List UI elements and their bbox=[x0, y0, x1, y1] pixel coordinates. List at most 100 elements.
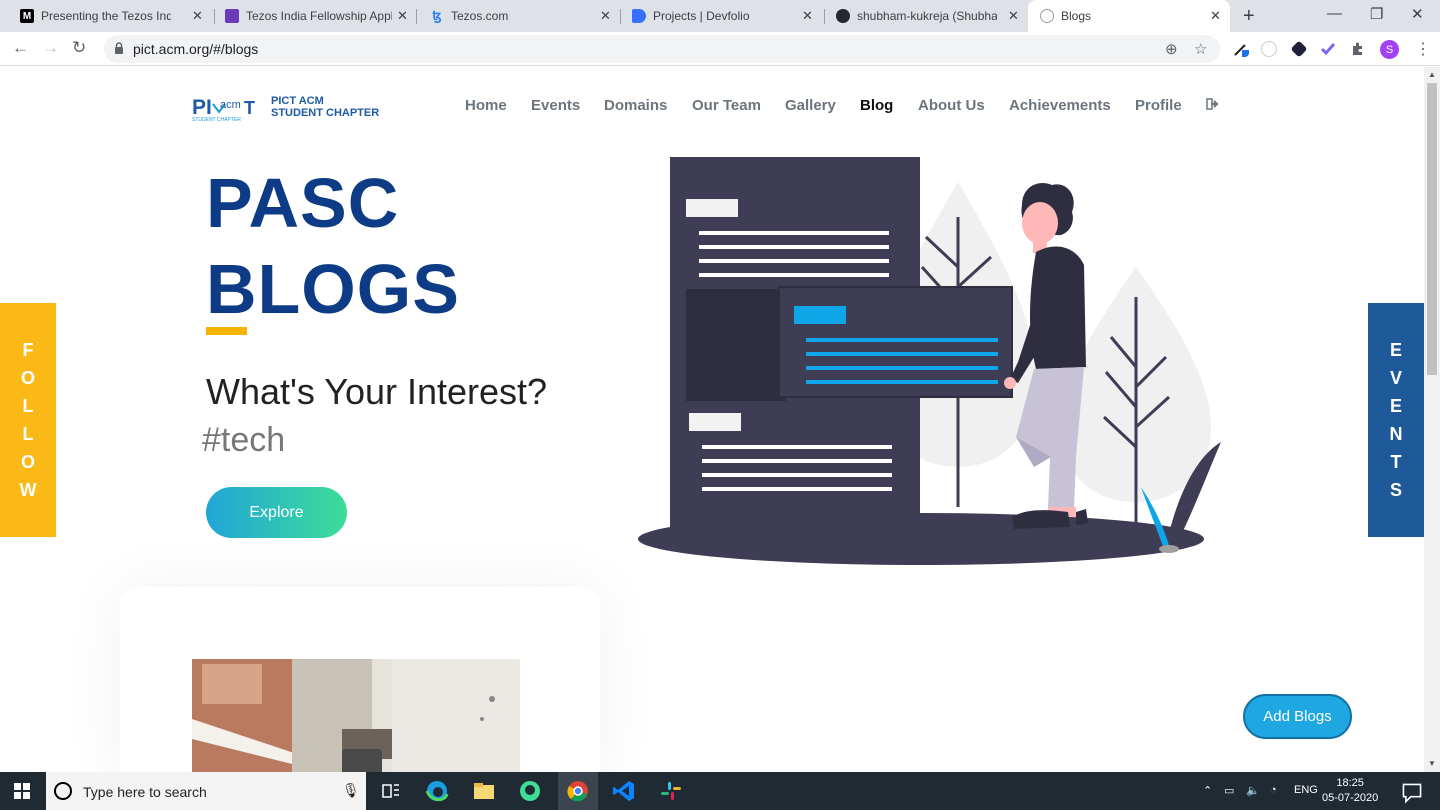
search-placeholder: Type here to search bbox=[83, 784, 207, 800]
logo-text-line1: PICT ACM bbox=[271, 95, 324, 107]
windows-start-icon[interactable] bbox=[14, 783, 30, 799]
events-letter: V bbox=[1389, 368, 1402, 388]
events-letter: S bbox=[1389, 480, 1402, 500]
tab-title: Blogs bbox=[1061, 9, 1092, 23]
nav-profile[interactable]: Profile bbox=[1135, 97, 1182, 114]
gitkraken-icon[interactable] bbox=[518, 780, 542, 802]
close-tab-icon[interactable]: ✕ bbox=[600, 8, 611, 24]
battery-icon[interactable]: ▭ bbox=[1224, 784, 1234, 797]
edge-icon[interactable] bbox=[425, 780, 449, 802]
github-icon bbox=[836, 9, 850, 23]
show-hidden-icons[interactable]: ⌃ bbox=[1203, 784, 1212, 797]
browser-toolbar: ← → ↻ pict.acm.org/#/blogs ⊕ ☆ S ⋮ bbox=[0, 32, 1440, 66]
close-tab-icon[interactable]: ✕ bbox=[802, 8, 813, 24]
url-text: pict.acm.org/#/blogs bbox=[133, 41, 259, 57]
page-scrollbar[interactable]: ▲ ▼ bbox=[1424, 67, 1440, 772]
tab-title: Tezos.com bbox=[451, 9, 509, 23]
close-tab-icon[interactable]: ✕ bbox=[1210, 8, 1221, 24]
new-tab-icon[interactable]: + bbox=[1243, 5, 1255, 28]
clock-time: 18:25 bbox=[1336, 777, 1364, 789]
minimize-icon[interactable]: — bbox=[1327, 5, 1342, 22]
nav-blog[interactable]: Blog bbox=[860, 97, 893, 114]
follow-letter: O bbox=[20, 452, 35, 472]
tab-title: shubham-kukreja (Shubham bbox=[857, 9, 997, 23]
logout-icon[interactable] bbox=[1206, 97, 1220, 111]
add-icon[interactable]: ⊕ bbox=[1165, 40, 1178, 58]
events-letter: E bbox=[1389, 396, 1402, 416]
svg-text:T: T bbox=[244, 98, 255, 118]
tab-github[interactable]: shubham-kukreja (Shubham ✕ bbox=[816, 0, 1026, 32]
scroll-down-icon[interactable]: ▼ bbox=[1428, 759, 1436, 768]
devfolio-icon bbox=[632, 9, 646, 23]
nav-gallery[interactable]: Gallery bbox=[785, 97, 836, 114]
blog-cover-photo bbox=[192, 659, 520, 772]
hero-subtitle: What's Your Interest? bbox=[206, 371, 548, 412]
tab-forms[interactable]: Tezos India Fellowship Applic ✕ bbox=[205, 0, 415, 32]
close-tab-icon[interactable]: ✕ bbox=[397, 8, 408, 24]
notifications-icon[interactable] bbox=[1400, 782, 1424, 804]
follow-letter: L bbox=[22, 424, 34, 444]
tab-tezos[interactable]: ꜩ Tezos.com ✕ bbox=[410, 0, 620, 32]
nav-about-us[interactable]: About Us bbox=[918, 97, 985, 114]
tab-title: Presenting the Tezos India Fe bbox=[41, 9, 171, 23]
windows-taskbar: Type here to search 🎙 ⌃ ▭ 🔈 ◔ ENG 18:25 … bbox=[0, 772, 1440, 810]
pen-extension-icon[interactable] bbox=[1233, 41, 1249, 57]
slack-icon[interactable] bbox=[659, 780, 683, 802]
blog-card-image[interactable] bbox=[192, 659, 520, 772]
volume-icon[interactable]: 🔈 bbox=[1246, 784, 1260, 797]
extension-icon[interactable] bbox=[1261, 41, 1277, 57]
back-icon[interactable]: ← bbox=[12, 38, 29, 58]
microphone-icon[interactable]: 🎙 bbox=[342, 782, 360, 799]
explore-button[interactable]: Explore bbox=[206, 487, 347, 538]
language-indicator[interactable]: ENG bbox=[1294, 784, 1318, 796]
nav-events[interactable]: Events bbox=[531, 97, 580, 114]
events-side-tab[interactable]: E V E N T S bbox=[1368, 303, 1424, 537]
cortana-icon bbox=[54, 782, 72, 800]
logo-text: PICT ACM STUDENT CHAPTER bbox=[271, 95, 379, 119]
forward-icon[interactable]: → bbox=[42, 38, 59, 58]
close-tab-icon[interactable]: ✕ bbox=[1008, 8, 1019, 24]
taskbar-search[interactable]: Type here to search 🎙 bbox=[46, 772, 366, 810]
forms-icon bbox=[225, 9, 239, 23]
profile-avatar[interactable]: S bbox=[1380, 40, 1399, 59]
add-blogs-button[interactable]: Add Blogs bbox=[1243, 694, 1352, 739]
svg-text:STUDENT CHAPTER: STUDENT CHAPTER bbox=[192, 117, 241, 122]
chrome-icon[interactable] bbox=[566, 780, 590, 802]
scroll-up-icon[interactable]: ▲ bbox=[1428, 70, 1436, 79]
close-window-icon[interactable]: ✕ bbox=[1411, 5, 1424, 23]
puzzle-icon[interactable] bbox=[1350, 41, 1366, 57]
taskbar-clock[interactable]: 18:25 05-07-2020 bbox=[1322, 776, 1378, 806]
menu-icon[interactable]: ⋮ bbox=[1415, 39, 1431, 59]
scrollbar-thumb[interactable] bbox=[1427, 83, 1437, 375]
follow-letter: O bbox=[20, 368, 35, 388]
tezos-icon: ꜩ bbox=[432, 8, 442, 23]
restore-icon[interactable]: ❐ bbox=[1370, 5, 1383, 23]
nav-domains[interactable]: Domains bbox=[604, 97, 667, 114]
nav-achievements[interactable]: Achievements bbox=[1009, 97, 1111, 114]
hero-title-line1: PASC bbox=[206, 164, 400, 242]
file-explorer-icon[interactable] bbox=[472, 780, 496, 802]
events-letter: E bbox=[1389, 340, 1402, 360]
wifi-icon[interactable]: ◔ bbox=[1270, 784, 1277, 796]
follow-side-tab[interactable]: F O L L O W bbox=[0, 303, 56, 537]
layers-extension-icon[interactable] bbox=[1290, 40, 1308, 58]
medium-icon: M bbox=[20, 9, 34, 23]
hero-tag: #tech bbox=[202, 421, 286, 459]
lock-icon bbox=[115, 42, 123, 54]
tab-blogs[interactable]: Blogs ✕ bbox=[1028, 0, 1230, 32]
vscode-icon[interactable] bbox=[612, 780, 636, 802]
tab-strip: M Presenting the Tezos India Fe ✕ Tezos … bbox=[0, 0, 1440, 32]
nav-our-team[interactable]: Our Team bbox=[692, 97, 761, 114]
svg-text:acm: acm bbox=[220, 99, 241, 111]
close-tab-icon[interactable]: ✕ bbox=[192, 8, 203, 24]
nav-home[interactable]: Home bbox=[465, 97, 507, 114]
tab-medium[interactable]: M Presenting the Tezos India Fe ✕ bbox=[0, 0, 214, 32]
address-bar[interactable]: pict.acm.org/#/blogs ⊕ ☆ bbox=[104, 35, 1220, 63]
reload-icon[interactable]: ↻ bbox=[72, 38, 86, 58]
tab-devfolio[interactable]: Projects | Devfolio ✕ bbox=[612, 0, 822, 32]
pict-acm-logo[interactable]: PI acm T STUDENT CHAPTER bbox=[192, 94, 260, 122]
check-extension-icon[interactable] bbox=[1320, 41, 1336, 57]
bookmark-star-icon[interactable]: ☆ bbox=[1194, 40, 1207, 58]
blog-illustration bbox=[638, 157, 1221, 565]
task-view-icon[interactable] bbox=[379, 780, 403, 802]
